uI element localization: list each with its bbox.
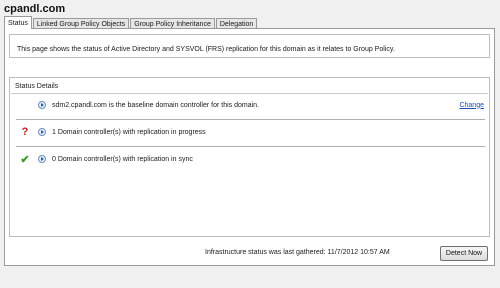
info-text: This page shows the status of Active Dir… [17,46,395,53]
tab-status[interactable]: Status [4,16,32,29]
row-divider [16,119,485,120]
status-details-group: Status Details sdm2.cpandl.com is the ba… [9,77,490,237]
info-box: This page shows the status of Active Dir… [9,34,490,58]
in-progress-text: 1 Domain controller(s) with replication … [52,128,206,136]
expand-arrow-icon[interactable] [38,155,46,163]
status-details-title: Status Details [15,83,59,90]
baseline-text: sdm2.cpandl.com is the baseline domain c… [52,101,259,109]
last-gathered-text: Infrastructure status was last gathered:… [205,249,390,256]
domain-title: cpandl.com [4,3,66,15]
detect-now-button[interactable]: Detect Now [440,246,488,261]
in-progress-row: ? 1 Domain controller(s) with replicatio… [10,125,489,139]
question-mark-icon: ? [21,126,29,138]
status-panel: This page shows the status of Active Dir… [4,28,495,266]
checkmark-icon: ✔ [20,153,30,166]
expand-arrow-icon[interactable] [38,128,46,136]
row-divider [16,146,485,147]
baseline-row: sdm2.cpandl.com is the baseline domain c… [10,98,489,112]
in-sync-row: ✔ 0 Domain controller(s) with replicatio… [10,152,489,166]
in-sync-text: 0 Domain controller(s) with replication … [52,155,193,163]
group-divider [11,93,488,94]
change-link[interactable]: Change [459,102,484,109]
expand-arrow-icon[interactable] [38,101,46,109]
